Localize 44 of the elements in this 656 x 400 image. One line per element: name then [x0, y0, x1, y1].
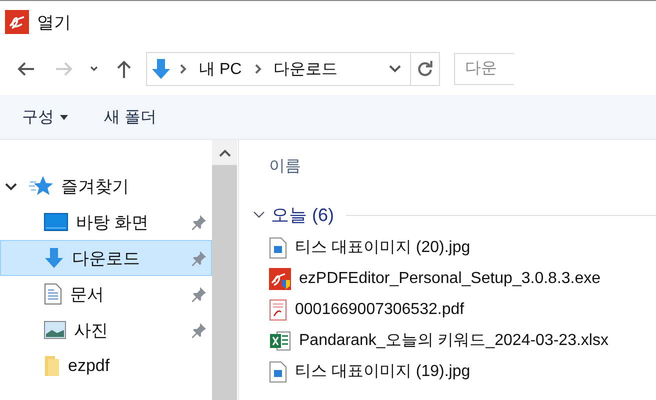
chevron-icon: [179, 63, 187, 75]
app-logo-icon: [5, 10, 29, 34]
file-item[interactable]: ezPDFEditor_Personal_Setup_3.0.8.3.exe: [253, 263, 656, 294]
caret-up-icon: [218, 148, 230, 156]
column-header[interactable]: 이름: [253, 140, 656, 198]
sidebar-item[interactable]: 다운로드: [0, 240, 212, 276]
pdf-file-icon: [269, 298, 287, 320]
monitor-icon: [44, 213, 68, 231]
file-item[interactable]: 티스 대표이미지 (20).jpg: [253, 232, 656, 263]
group-header[interactable]: 오늘 (6): [271, 203, 334, 227]
file-item[interactable]: Pandarank_오늘의 키워드_2024-03-23.xlsx: [253, 325, 656, 356]
toolbar-button[interactable]: 새 폴더: [92, 100, 168, 134]
refresh-icon: [416, 60, 434, 78]
file-item[interactable]: 티스 대표이미지 (19).jpg: [253, 356, 656, 387]
sidebar-item[interactable]: 즐겨찾기: [0, 168, 212, 204]
caret-icon: [60, 114, 68, 120]
caret-icon[interactable]: [388, 64, 402, 74]
download-arrow-icon: [44, 247, 64, 269]
spreadsheet-icon: [269, 330, 291, 352]
installer-icon: [269, 268, 291, 290]
pin-icon[interactable]: [191, 250, 207, 266]
download-arrow-icon: [151, 58, 171, 80]
sidebar-item[interactable]: 문서: [0, 276, 212, 312]
toolbar-button[interactable]: 구성: [10, 100, 80, 134]
folder-icon: [44, 355, 60, 377]
sidebar-item[interactable]: ezpdf: [0, 348, 212, 384]
pin-icon[interactable]: [191, 214, 207, 230]
window-title: 열기: [37, 12, 71, 34]
search-field[interactable]: 다운: [454, 53, 514, 85]
sidebar-item[interactable]: 바탕 화면: [0, 204, 212, 240]
address-bar[interactable]: 내 PC 다운로드: [146, 52, 440, 86]
breadcrumb-item[interactable]: 내 PC: [195, 58, 246, 80]
caret-icon: [89, 64, 99, 74]
document-icon: [44, 283, 62, 305]
pin-icon[interactable]: [191, 286, 207, 302]
image-file-icon: [269, 360, 287, 382]
image-file-icon: [269, 236, 287, 258]
landscape-picture-icon: [44, 321, 66, 339]
breadcrumb-item[interactable]: 다운로드: [270, 58, 342, 80]
chevron-icon: [254, 63, 262, 75]
file-item[interactable]: 0001669007306532.pdf: [253, 294, 656, 325]
pin-icon[interactable]: [191, 322, 207, 338]
sidebar-item[interactable]: 사진: [0, 312, 212, 348]
star-icon: [29, 175, 53, 197]
